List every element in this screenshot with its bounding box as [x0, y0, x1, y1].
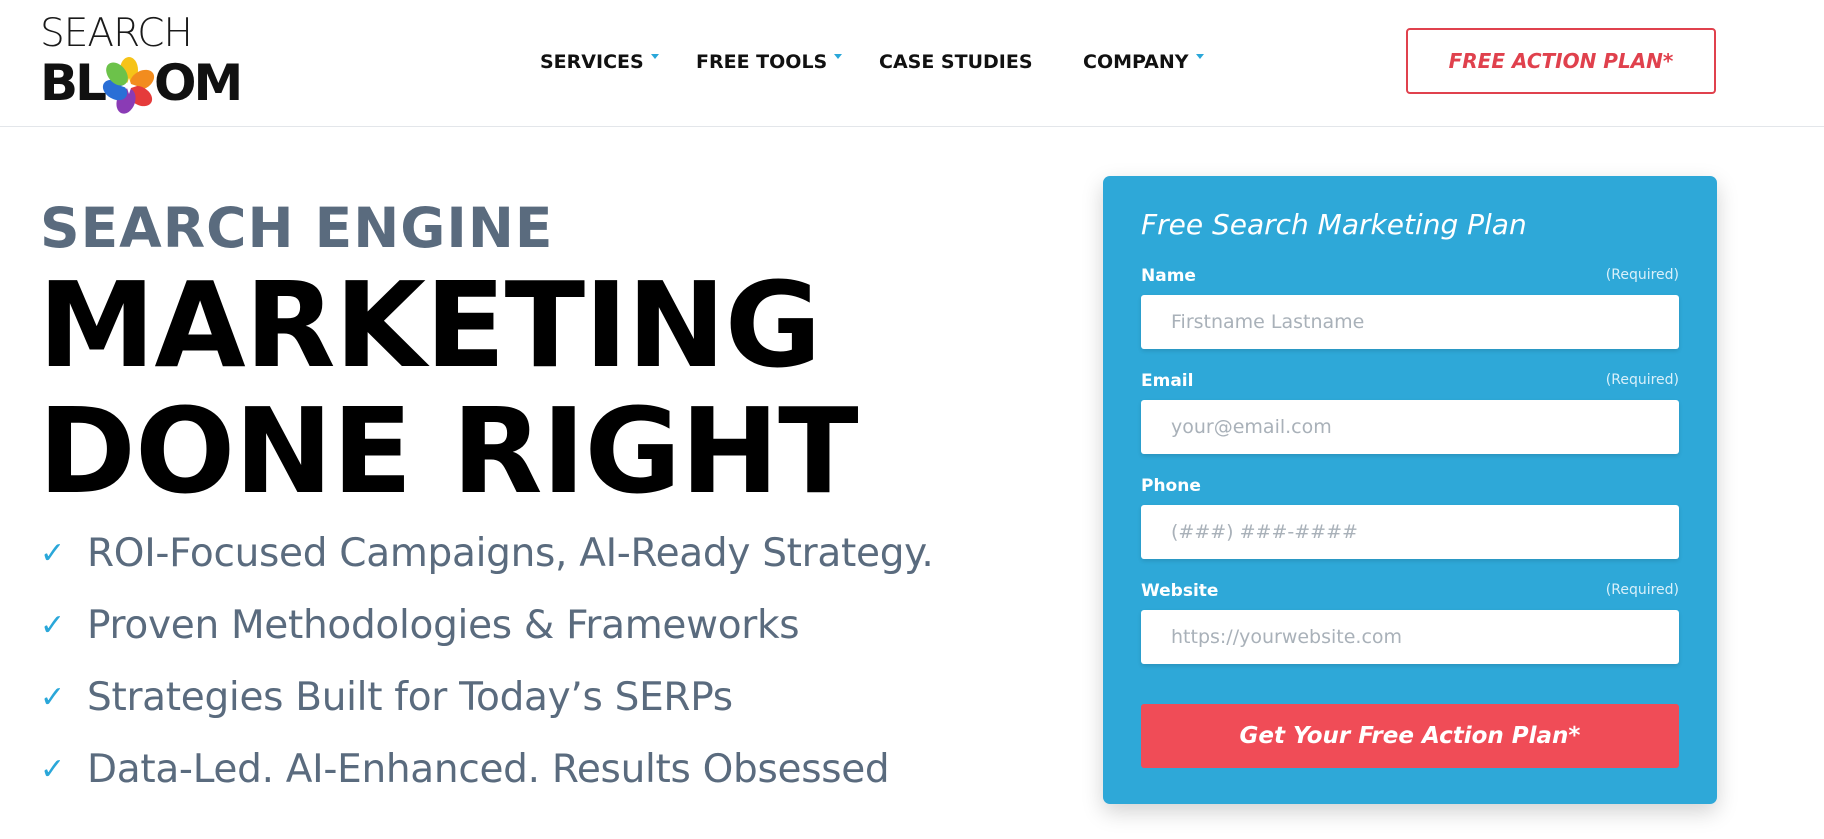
check-icon: ✓ [40, 752, 66, 787]
caret-down-icon [650, 53, 659, 59]
nav-label-company: COMPANY [1083, 51, 1189, 73]
check-icon: ✓ [40, 536, 66, 571]
website-label: Website [1141, 581, 1219, 601]
email-required-label: (Required) [1605, 372, 1679, 388]
benefit-item: ✓ Proven Methodologies & Frameworks [40, 598, 800, 654]
nav-label-services: SERVICES [540, 51, 644, 73]
website-input[interactable] [1141, 610, 1679, 664]
nav-item-services[interactable]: SERVICES [540, 48, 659, 76]
form-title: Free Search Marketing Plan [1141, 208, 1527, 241]
get-free-action-plan-button[interactable]: Get Your Free Action Plan* [1141, 704, 1679, 768]
benefit-item: ✓ Strategies Built for Today’s SERPs [40, 670, 733, 726]
check-icon: ✓ [40, 608, 66, 643]
name-input[interactable] [1141, 295, 1679, 349]
logo-word-bloom: BL OM [40, 54, 243, 114]
nav-label-free-tools: FREE TOOLS [696, 51, 828, 73]
free-action-plan-button[interactable]: FREE ACTION PLAN* [1406, 28, 1716, 94]
benefit-text: Data-Led. AI-Enhanced. Results Obsessed [87, 747, 890, 792]
benefit-item: ✓ ROI-Focused Campaigns, AI-Ready Strate… [40, 526, 934, 582]
phone-input[interactable] [1141, 505, 1679, 559]
searchbloom-logo[interactable]: SEARCH BL OM [40, 11, 243, 114]
email-label: Email [1141, 371, 1194, 391]
hero-kicker: SEARCH ENGINE [40, 196, 554, 260]
hero-title-line-1: MARKETING [38, 256, 822, 394]
flower-icon [102, 57, 155, 114]
hero-title: MARKETING DONE RIGHT [38, 256, 859, 520]
name-required-label: (Required) [1605, 267, 1679, 283]
hero-title-line-2: DONE RIGHT [38, 382, 859, 520]
logo-bloom-left: BL [40, 54, 107, 112]
nav-item-free-tools[interactable]: FREE TOOLS [696, 48, 843, 76]
benefit-text: Proven Methodologies & Frameworks [87, 603, 800, 648]
site-header: SEARCH BL OM SERVICES FREE TOOLS CASE ST… [0, 0, 1824, 127]
caret-down-icon [834, 53, 843, 59]
benefit-text: Strategies Built for Today’s SERPs [87, 675, 733, 720]
lead-form-card: Free Search Marketing Plan Name (Require… [1103, 176, 1717, 804]
logo-word-search: SEARCH [40, 11, 193, 56]
name-label: Name [1141, 266, 1196, 286]
check-icon: ✓ [40, 680, 66, 715]
email-input[interactable] [1141, 400, 1679, 454]
nav-item-company[interactable]: COMPANY [1083, 48, 1204, 76]
benefit-text: ROI-Focused Campaigns, AI-Ready Strategy… [87, 531, 934, 576]
caret-down-icon [1195, 53, 1204, 59]
logo-bloom-right: OM [153, 54, 243, 112]
phone-label: Phone [1141, 476, 1201, 496]
benefit-item: ✓ Data-Led. AI-Enhanced. Results Obsesse… [40, 742, 890, 798]
nav-label-case-studies: CASE STUDIES [879, 51, 1033, 73]
website-required-label: (Required) [1605, 582, 1679, 598]
nav-item-case-studies[interactable]: CASE STUDIES [879, 48, 1033, 76]
